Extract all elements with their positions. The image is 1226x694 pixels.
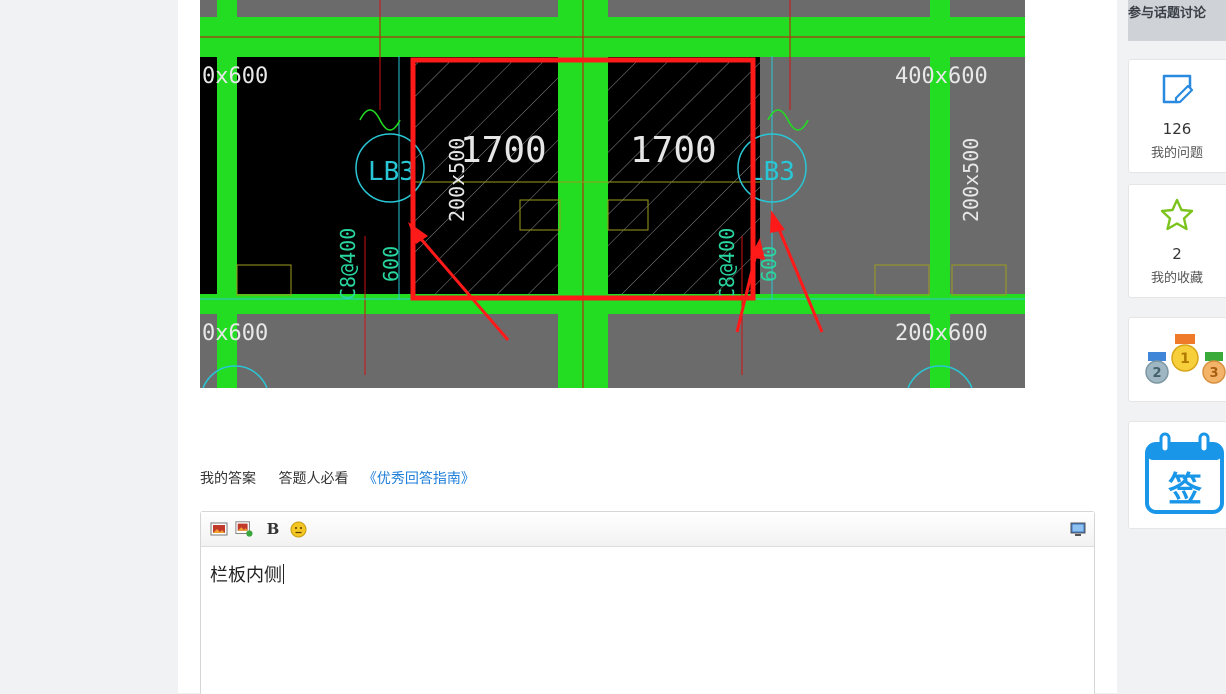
svg-text:2: 2 <box>1152 366 1161 381</box>
editor-text-area[interactable]: 栏板内侧 <box>201 547 1094 601</box>
sign-in-card[interactable]: 签 <box>1128 421 1226 529</box>
cad-drawing-image: 0x600 400x600 0x600 200x600 200x500 200x… <box>200 0 1025 388</box>
text-caret <box>283 564 284 584</box>
cad-size-top-right: 400x600 <box>895 64 988 89</box>
editor-content: 栏板内侧 <box>210 565 282 586</box>
bold-icon[interactable]: B <box>264 520 282 538</box>
cad-rebar-right: C8@400 <box>715 228 739 300</box>
my-questions-card[interactable]: 126 我的问题 <box>1128 59 1226 173</box>
cad-span-left: 1700 <box>460 130 547 171</box>
answer-header: 我的答案 答题人必看 《优秀回答指南》 <box>200 468 475 490</box>
preview-icon[interactable] <box>1069 520 1087 538</box>
cad-label-left: LB3 <box>368 157 415 187</box>
insert-image-icon[interactable] <box>235 520 253 538</box>
cad-beam-right: 200x500 <box>959 138 983 222</box>
favorites-label: 我的收藏 <box>1150 271 1203 286</box>
ranking-card[interactable]: 1 2 3 <box>1128 317 1226 402</box>
edit-note-icon <box>1160 72 1196 112</box>
my-favorites-card[interactable]: 2 我的收藏 <box>1128 184 1226 298</box>
editor-toolbar: B <box>201 512 1094 547</box>
answer-guide-link[interactable]: 《优秀回答指南》 <box>363 468 475 490</box>
image-icon[interactable] <box>210 520 228 538</box>
cad-dim-left: 600 <box>379 246 403 282</box>
cad-size-bottom-left: 0x600 <box>202 321 268 346</box>
svg-text:1: 1 <box>1180 351 1190 367</box>
questions-label: 我的问题 <box>1150 146 1203 161</box>
favorites-count: 2 <box>1172 245 1182 263</box>
cad-span-right: 1700 <box>630 130 717 171</box>
questions-count: 126 <box>1162 120 1192 138</box>
emoji-icon[interactable] <box>289 520 307 538</box>
medals-icon: 1 2 3 <box>1143 332 1226 392</box>
svg-text:3: 3 <box>1209 366 1218 381</box>
my-answer-label: 我的答案 <box>200 471 256 487</box>
cad-size-bottom-right: 200x600 <box>895 321 988 346</box>
topic-discussion-banner[interactable]: 参与话题讨论 <box>1128 0 1226 41</box>
cad-rebar-left: C8@400 <box>336 228 360 300</box>
star-icon <box>1159 197 1195 237</box>
sign-in-label: 签 <box>1168 470 1202 510</box>
answer-editor: B 栏板内侧 <box>200 511 1095 694</box>
topic-discussion-text: 参与话题讨论 <box>1128 6 1207 21</box>
must-read-label: 答题人必看 <box>278 471 349 487</box>
cad-size-top-left: 0x600 <box>202 64 268 89</box>
